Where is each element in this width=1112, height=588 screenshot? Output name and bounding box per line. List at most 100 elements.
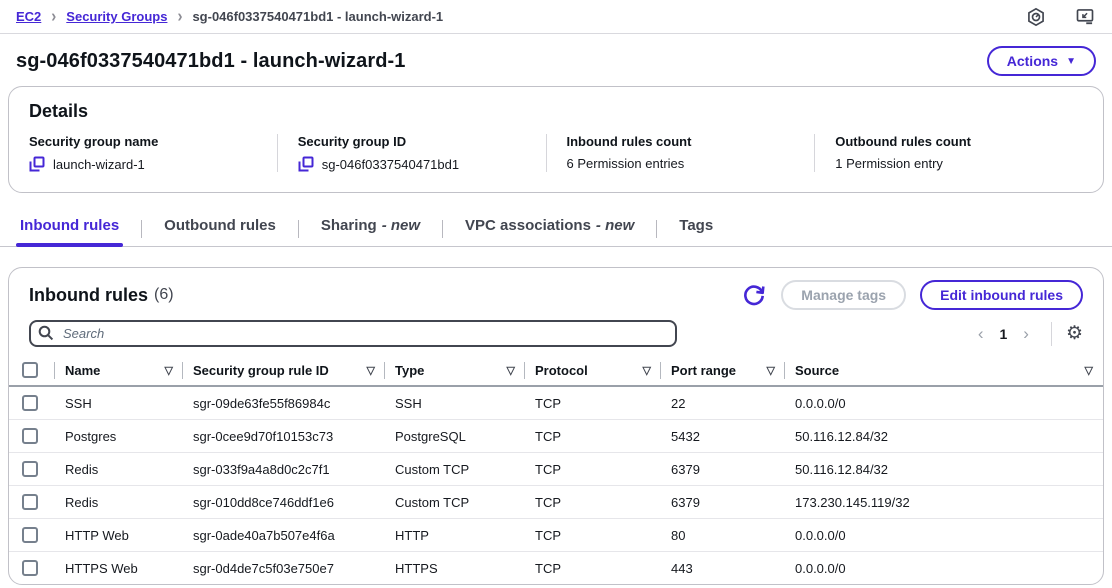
breadcrumb-current: sg-046f0337540471bd1 - launch-wizard-1 (192, 9, 443, 24)
tab-label[interactable]: Outbound rules (160, 209, 280, 246)
breadcrumb-bar: EC2 › Security Groups › sg-046f033754047… (0, 0, 1112, 34)
cell-name: Redis (55, 453, 183, 486)
cell-name: HTTPS Web (55, 552, 183, 585)
manage-tags-label: Manage tags (801, 287, 886, 303)
refresh-button[interactable] (741, 282, 767, 308)
breadcrumb: EC2 › Security Groups › sg-046f033754047… (16, 8, 443, 25)
table-row[interactable]: Postgres sgr-0cee9d70f10153c73 PostgreSQ… (9, 420, 1103, 453)
cell-rule-id: sgr-09de63fe55f86984c (183, 386, 385, 420)
inbound-rules-table: Name▽ Security group rule ID▽ Type▽ Prot… (9, 355, 1103, 584)
table-row[interactable]: HTTPS Web sgr-0d4de7c5f03e750e7 HTTPS TC… (9, 552, 1103, 585)
cell-type: HTTP (385, 519, 525, 552)
cell-rule-id: sgr-033f9a4a8d0c2c7f1 (183, 453, 385, 486)
tab-label[interactable]: Sharing- new (317, 209, 424, 246)
detail-label: Inbound rules count (567, 134, 815, 149)
tab-label[interactable]: Tags (675, 209, 717, 246)
cell-port-range: 6379 (661, 486, 785, 519)
cell-port-range: 5432 (661, 420, 785, 453)
table-row[interactable]: Redis sgr-010dd8ce746ddf1e6 Custom TCP T… (9, 486, 1103, 519)
filter-icon[interactable]: ▽ (637, 364, 651, 377)
tab-bar: Inbound rules Outbound rules Sharing- ne… (0, 209, 1112, 247)
settings-gear-icon[interactable]: ⚙ (1066, 324, 1083, 343)
next-page-button[interactable]: › (1015, 324, 1037, 344)
column-header-type: Type (395, 363, 424, 378)
panel-title: Inbound rules (29, 285, 148, 306)
filter-icon[interactable]: ▽ (159, 364, 173, 377)
cell-protocol: TCP (525, 552, 661, 585)
actions-button-label: Actions (1007, 53, 1058, 69)
page-title: sg-046f0337540471bd1 - launch-wizard-1 (16, 50, 406, 73)
manage-tags-button[interactable]: Manage tags (781, 280, 906, 310)
row-checkbox[interactable] (22, 461, 38, 477)
select-all-checkbox[interactable] (22, 362, 38, 378)
tab-separator (298, 220, 299, 238)
detail-label: Outbound rules count (835, 134, 1083, 149)
cell-protocol: TCP (525, 519, 661, 552)
table-row[interactable]: HTTP Web sgr-0ade40a7b507e4f6a HTTP TCP … (9, 519, 1103, 552)
details-card: Details Security group name launch-wizar… (8, 86, 1104, 193)
cell-name: HTTP Web (55, 519, 183, 552)
detail-value: sg-046f0337540471bd1 (322, 157, 459, 172)
column-header-name: Name (65, 363, 100, 378)
detail-label: Security group name (29, 134, 277, 149)
cell-type: Custom TCP (385, 486, 525, 519)
cell-name: Redis (55, 486, 183, 519)
panel-count: (6) (154, 286, 174, 304)
cell-protocol: TCP (525, 453, 661, 486)
cell-source: 0.0.0.0/0 (785, 386, 1103, 420)
filter-icon[interactable]: ▽ (761, 364, 775, 377)
table-header-row: Name▽ Security group rule ID▽ Type▽ Prot… (9, 355, 1103, 386)
column-header-protocol: Protocol (535, 363, 588, 378)
tab-separator (141, 220, 142, 238)
actions-button[interactable]: Actions ▼ (987, 46, 1096, 76)
tab-vpc-associations[interactable]: VPC associations- new (461, 209, 638, 246)
cell-port-range: 6379 (661, 453, 785, 486)
cell-source: 50.116.12.84/32 (785, 420, 1103, 453)
cell-rule-id: sgr-0d4de7c5f03e750e7 (183, 552, 385, 585)
ec2-security-group-page: EC2 › Security Groups › sg-046f033754047… (0, 0, 1112, 588)
tab-label[interactable]: Inbound rules (16, 209, 123, 246)
row-checkbox[interactable] (22, 428, 38, 444)
tab-label[interactable]: VPC associations- new (461, 209, 638, 246)
row-checkbox[interactable] (22, 527, 38, 543)
chevron-down-icon: ▼ (1066, 56, 1076, 67)
cell-protocol: TCP (525, 420, 661, 453)
row-checkbox[interactable] (22, 395, 38, 411)
tab-tags[interactable]: Tags (675, 209, 717, 246)
edit-inbound-rules-label: Edit inbound rules (940, 287, 1063, 303)
detail-security-group-id: Security group ID sg-046f0337540471bd1 (277, 134, 546, 172)
table-row[interactable]: Redis sgr-033f9a4a8d0c2c7f1 Custom TCP T… (9, 453, 1103, 486)
cell-port-range: 443 (661, 552, 785, 585)
tab-inbound-rules[interactable]: Inbound rules (16, 209, 123, 246)
tab-separator (656, 220, 657, 238)
cell-source: 0.0.0.0/0 (785, 519, 1103, 552)
tab-sharing[interactable]: Sharing- new (317, 209, 424, 246)
breadcrumb-ec2-link[interactable]: EC2 (16, 9, 41, 24)
cell-protocol: TCP (525, 386, 661, 420)
detail-outbound-rules-count: Outbound rules count 1 Permission entry (814, 134, 1083, 172)
copy-icon[interactable] (298, 156, 314, 172)
page-number[interactable]: 1 (995, 326, 1011, 342)
row-checkbox[interactable] (22, 494, 38, 510)
tab-outbound-rules[interactable]: Outbound rules (160, 209, 280, 246)
search-input[interactable] (29, 320, 677, 347)
cloudshell-terminal-icon[interactable] (1074, 7, 1096, 27)
cell-port-range: 80 (661, 519, 785, 552)
edit-inbound-rules-button[interactable]: Edit inbound rules (920, 280, 1083, 310)
detail-label: Security group ID (298, 134, 546, 149)
previous-page-button[interactable]: ‹ (970, 324, 992, 344)
detail-inbound-rules-count: Inbound rules count 6 Permission entries (546, 134, 815, 172)
table-row[interactable]: SSH sgr-09de63fe55f86984c SSH TCP 22 0.0… (9, 386, 1103, 420)
cell-name: Postgres (55, 420, 183, 453)
search-icon (38, 325, 54, 346)
detail-value: 6 Permission entries (567, 156, 685, 171)
filter-icon[interactable]: ▽ (1079, 364, 1093, 377)
history-hexagon-icon[interactable] (1026, 7, 1046, 27)
cell-type: Custom TCP (385, 453, 525, 486)
filter-icon[interactable]: ▽ (501, 364, 515, 377)
filter-icon[interactable]: ▽ (361, 364, 375, 377)
row-checkbox[interactable] (22, 560, 38, 576)
breadcrumb-security-groups-link[interactable]: Security Groups (66, 9, 167, 24)
cell-type: PostgreSQL (385, 420, 525, 453)
copy-icon[interactable] (29, 156, 45, 172)
